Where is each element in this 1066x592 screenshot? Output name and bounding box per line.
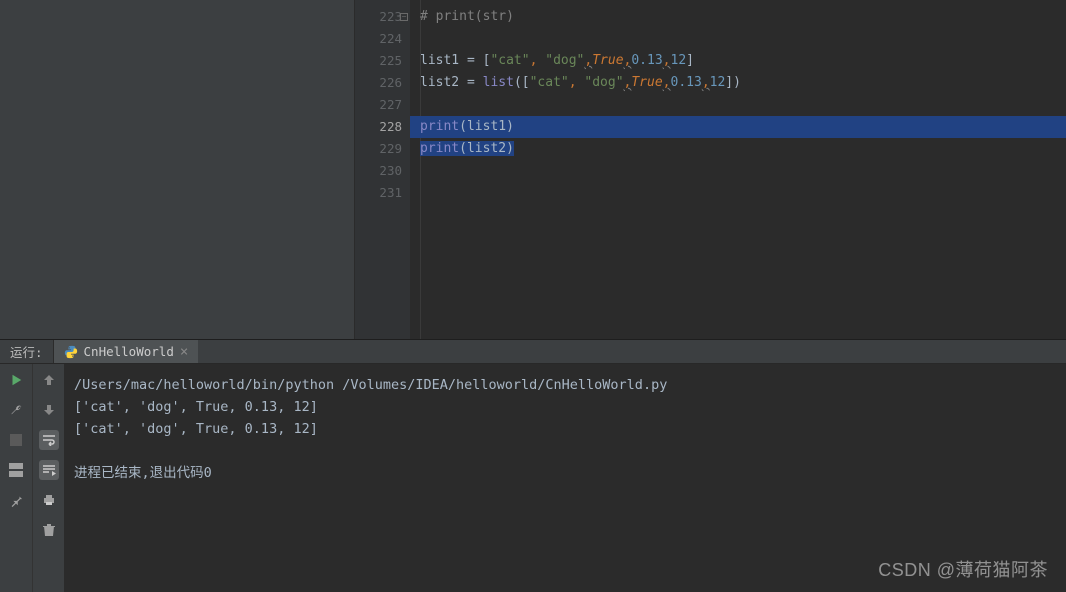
python-file-icon: [64, 345, 78, 359]
code-editor[interactable]: 223 224 225 226 227 228 229 230 231 −# p…: [355, 0, 1066, 339]
soft-wrap-icon[interactable]: [39, 430, 59, 450]
close-icon[interactable]: ×: [180, 344, 188, 360]
line-number: 226: [355, 72, 402, 94]
code-area[interactable]: −# print(str) list1 = ["cat", "dog",True…: [410, 0, 1066, 339]
code-line[interactable]: −# print(str): [410, 6, 1066, 28]
top-area: 223 224 225 226 227 228 229 230 231 −# p…: [0, 0, 1066, 339]
code-line-selected[interactable]: print(list2): [410, 138, 1066, 160]
line-number: 223: [355, 6, 402, 28]
line-number: 231: [355, 182, 402, 204]
run-tab[interactable]: CnHelloWorld ×: [54, 340, 199, 363]
console-output[interactable]: /Users/mac/helloworld/bin/python /Volume…: [64, 364, 1066, 592]
scroll-to-end-icon[interactable]: [39, 460, 59, 480]
identifier: list1: [420, 53, 459, 68]
console-exit: 进程已结束,退出代码0: [74, 465, 212, 481]
identifier: list2: [420, 75, 459, 90]
code-line[interactable]: list2 = list(["cat", "dog",True,0.13,12]…: [410, 72, 1066, 94]
code-line[interactable]: [410, 160, 1066, 182]
stop-icon[interactable]: [6, 430, 26, 450]
line-number-gutter: 223 224 225 226 227 228 229 230 231: [355, 0, 410, 339]
up-arrow-icon[interactable]: [39, 370, 59, 390]
wrench-icon[interactable]: [6, 400, 26, 420]
run-label: 运行:: [0, 340, 54, 363]
code-line[interactable]: [410, 182, 1066, 204]
run-console: /Users/mac/helloworld/bin/python /Volume…: [0, 364, 1066, 592]
run-tool-bar: 运行: CnHelloWorld ×: [0, 339, 1066, 364]
code-line[interactable]: list1 = ["cat", "dog",True,0.13,12]: [410, 50, 1066, 72]
line-number: 224: [355, 28, 402, 50]
layout-icon[interactable]: [6, 460, 26, 480]
pin-icon[interactable]: [6, 490, 26, 510]
line-number: 230: [355, 160, 402, 182]
console-toolbar-2: [32, 364, 64, 592]
console-line: ['cat', 'dog', True, 0.13, 12]: [74, 399, 318, 415]
fold-icon[interactable]: −: [400, 13, 408, 21]
line-number: 225: [355, 50, 402, 72]
run-tab-label: CnHelloWorld: [84, 344, 174, 359]
code-line[interactable]: [410, 94, 1066, 116]
project-tree-panel[interactable]: [0, 0, 355, 339]
line-number: 228: [355, 116, 402, 138]
comment-text: # print(str): [420, 9, 514, 24]
console-toolbar-left: [0, 364, 32, 592]
line-number: 229: [355, 138, 402, 160]
code-line[interactable]: [410, 28, 1066, 50]
trash-icon[interactable]: [39, 520, 59, 540]
console-cmd: /Users/mac/helloworld/bin/python /Volume…: [74, 377, 667, 393]
down-arrow-icon[interactable]: [39, 400, 59, 420]
console-line: ['cat', 'dog', True, 0.13, 12]: [74, 421, 318, 437]
rerun-icon[interactable]: [6, 370, 26, 390]
print-icon[interactable]: [39, 490, 59, 510]
line-number: 227: [355, 94, 402, 116]
code-line-selected[interactable]: print(list1): [410, 116, 1066, 138]
